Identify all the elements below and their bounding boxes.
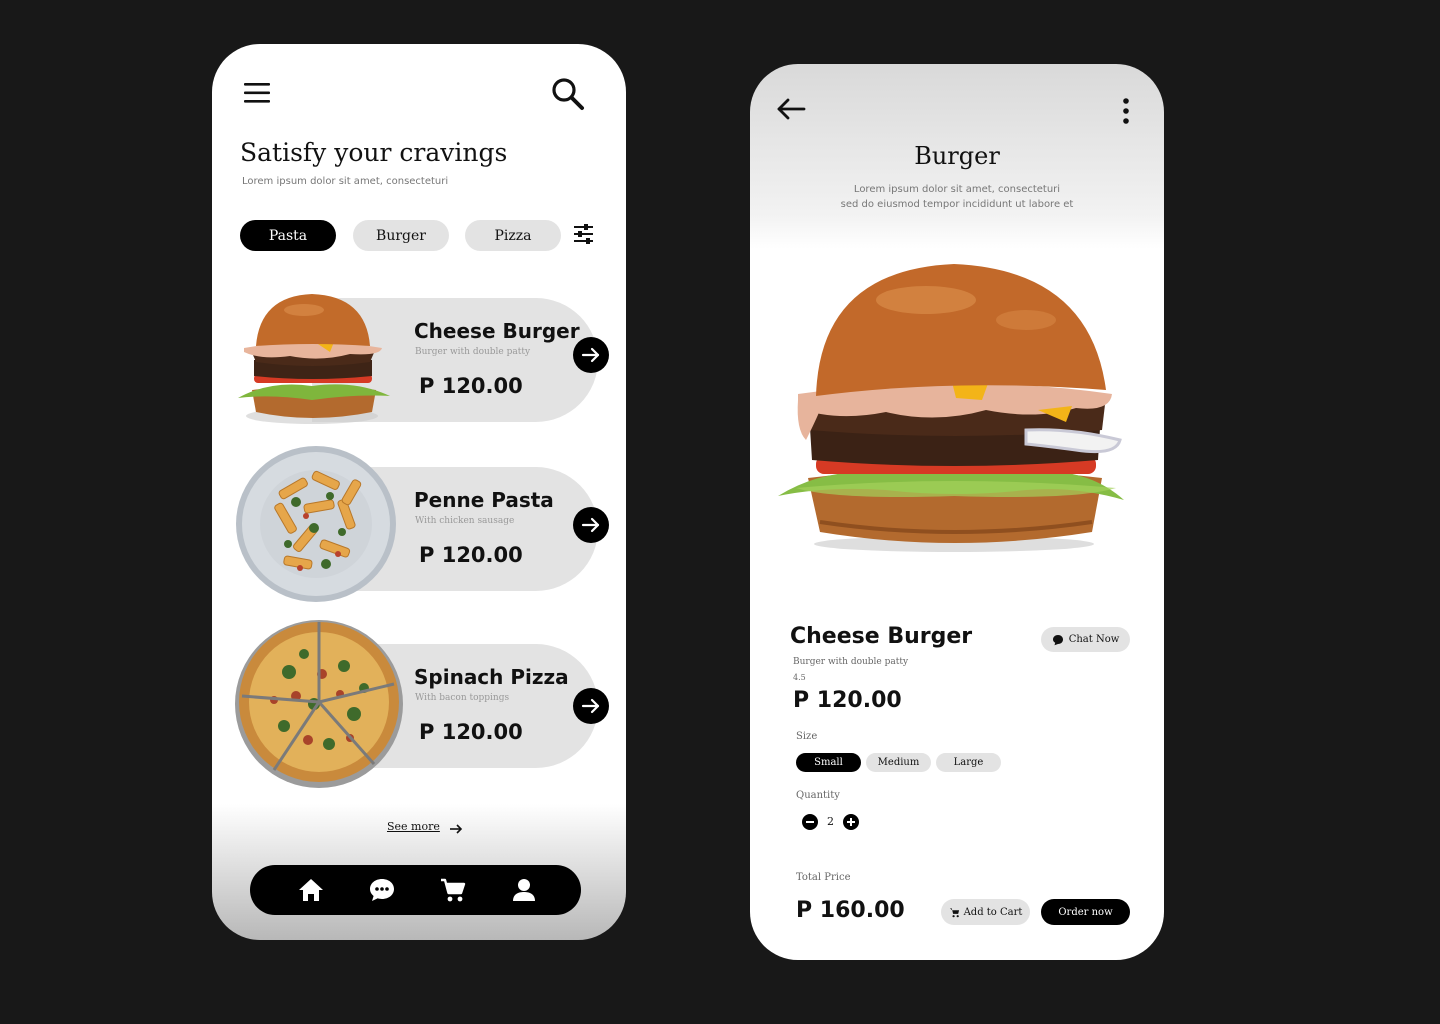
arrow-right-icon bbox=[581, 698, 600, 714]
size-option-medium[interactable]: Medium bbox=[866, 753, 931, 772]
food-name: Cheese Burger bbox=[414, 319, 580, 343]
category-chip-pasta[interactable]: Pasta bbox=[240, 220, 336, 251]
pasta-image bbox=[236, 446, 396, 602]
arrow-right-icon bbox=[581, 517, 600, 533]
quantity-label: Quantity bbox=[796, 790, 840, 801]
page-subtitle: Lorem ipsum dolor sit amet, consecteturi… bbox=[750, 182, 1164, 212]
subtitle-line: Lorem ipsum dolor sit amet, consecteturi bbox=[853, 184, 1061, 195]
food-name: Penne Pasta bbox=[414, 488, 554, 512]
food-price: P 120.00 bbox=[419, 543, 523, 567]
food-detail-screen: Burger Lorem ipsum dolor sit amet, conse… bbox=[750, 64, 1164, 960]
pizza-image bbox=[235, 620, 403, 788]
quantity-value: 2 bbox=[827, 815, 834, 828]
food-price: P 120.00 bbox=[419, 720, 523, 744]
see-more-link[interactable]: See more bbox=[387, 820, 440, 833]
cart-icon bbox=[949, 907, 959, 917]
food-list-screen: Satisfy your cravings Lorem ipsum dolor … bbox=[212, 44, 626, 940]
profile-icon[interactable] bbox=[510, 876, 538, 904]
food-description: With bacon toppings bbox=[415, 693, 510, 703]
view-item-button[interactable] bbox=[573, 688, 609, 724]
view-item-button[interactable] bbox=[573, 507, 609, 543]
view-item-button[interactable] bbox=[573, 337, 609, 373]
food-name: Spinach Pizza bbox=[414, 665, 569, 689]
food-description: With chicken sausage bbox=[415, 516, 515, 526]
total-price-label: Total Price bbox=[796, 872, 851, 883]
page-title: Satisfy your cravings bbox=[240, 138, 508, 167]
quantity-increase-button[interactable] bbox=[843, 814, 859, 830]
order-now-button[interactable]: Order now bbox=[1041, 899, 1130, 925]
size-label: Size bbox=[796, 731, 818, 742]
back-arrow-icon[interactable] bbox=[776, 97, 806, 121]
chat-icon[interactable] bbox=[368, 876, 396, 904]
home-icon[interactable] bbox=[297, 876, 325, 904]
item-price: P 120.00 bbox=[793, 688, 902, 713]
burger-hero-image bbox=[778, 264, 1124, 552]
category-chip-burger[interactable]: Burger bbox=[353, 220, 449, 251]
menu-icon[interactable] bbox=[243, 81, 271, 105]
page-title: Burger bbox=[914, 142, 1000, 170]
category-chip-pizza[interactable]: Pizza bbox=[465, 220, 561, 251]
more-options-icon[interactable] bbox=[1119, 97, 1133, 125]
size-option-large[interactable]: Large bbox=[936, 753, 1001, 772]
chat-now-button[interactable]: Chat Now bbox=[1041, 627, 1130, 652]
food-price: P 120.00 bbox=[419, 374, 523, 398]
total-price-value: P 160.00 bbox=[796, 898, 905, 923]
cart-icon[interactable] bbox=[439, 876, 467, 904]
subtitle-line: sed do eiusmod tempor incididunt ut labo… bbox=[840, 199, 1074, 210]
filter-icon[interactable] bbox=[573, 224, 595, 244]
bottom-nav bbox=[250, 865, 581, 915]
item-name: Cheese Burger bbox=[790, 624, 973, 649]
size-option-small[interactable]: Small bbox=[796, 753, 861, 772]
item-description: Burger with double patty bbox=[793, 657, 909, 667]
add-to-cart-label: Add to Cart bbox=[963, 906, 1023, 918]
chat-now-label: Chat Now bbox=[1068, 634, 1120, 645]
arrow-right-icon bbox=[581, 347, 600, 363]
search-icon[interactable] bbox=[551, 77, 585, 111]
add-to-cart-button[interactable]: Add to Cart bbox=[941, 899, 1030, 925]
item-rating: 4.5 bbox=[793, 673, 806, 682]
food-description: Burger with double patty bbox=[415, 347, 531, 357]
quantity-decrease-button[interactable] bbox=[802, 814, 818, 830]
chat-icon bbox=[1052, 634, 1063, 645]
arrow-right-icon[interactable] bbox=[449, 823, 463, 835]
page-subtitle: Lorem ipsum dolor sit amet, consecteturi bbox=[242, 176, 449, 187]
burger-image bbox=[238, 294, 390, 424]
